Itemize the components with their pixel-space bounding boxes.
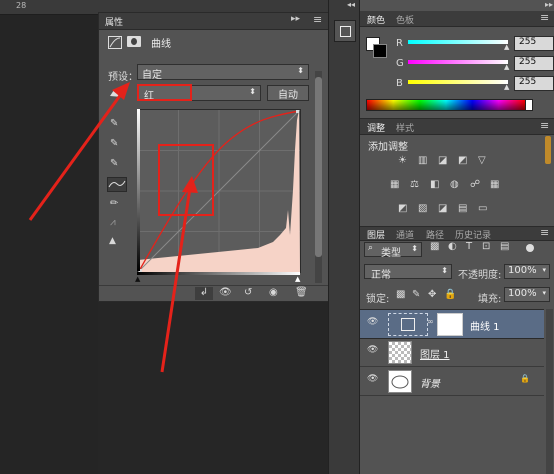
arrow-to-channel	[28, 82, 130, 221]
annotation-arrows	[28, 82, 198, 373]
arrow-to-curve-point	[160, 176, 198, 373]
